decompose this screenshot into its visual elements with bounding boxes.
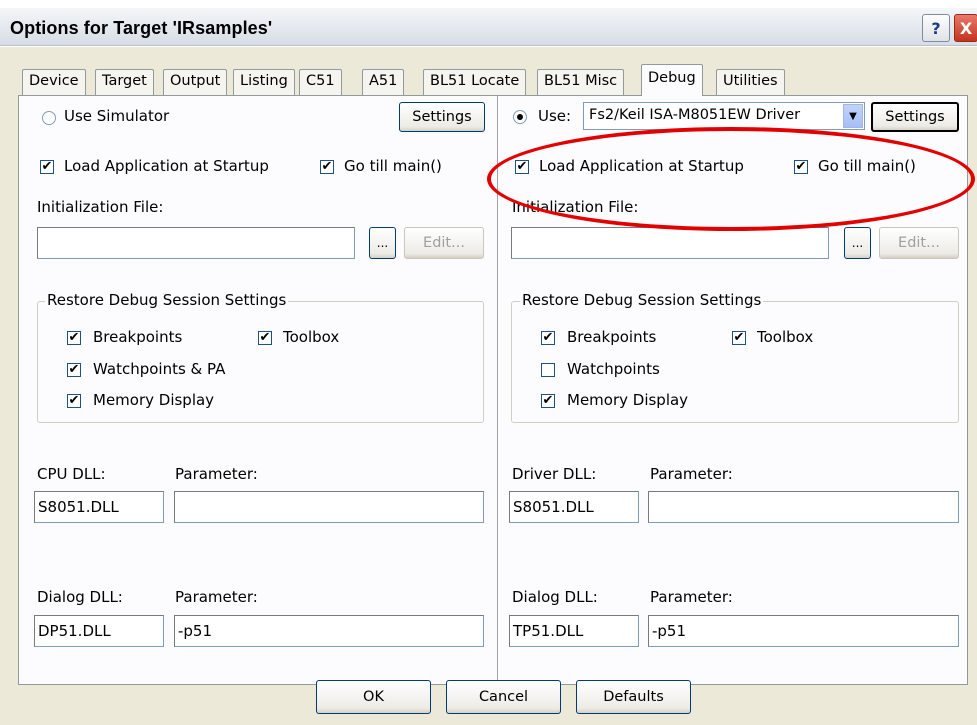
- panel-divider: [497, 96, 499, 684]
- driver-settings-button[interactable]: Settings: [871, 102, 959, 132]
- right-dialog-param-label: Parameter:: [650, 588, 733, 606]
- left-load-app-label: Load Application at Startup: [64, 157, 269, 175]
- tab-target[interactable]: Target: [95, 69, 154, 95]
- check-icon: ✔: [542, 330, 554, 345]
- check-icon: ✔: [259, 330, 271, 345]
- tab-bl51-misc[interactable]: BL51 Misc: [537, 69, 625, 95]
- check-icon: ✔: [68, 362, 80, 377]
- left-watchpoints-checkbox[interactable]: ✔: [67, 363, 81, 377]
- tab-listing[interactable]: Listing: [233, 69, 295, 95]
- driver-select[interactable]: Fs2/Keil ISA-M8051EW Driver ▼: [583, 102, 865, 130]
- right-restore-group-label: Restore Debug Session Settings: [520, 291, 764, 309]
- tab-device[interactable]: Device: [22, 69, 86, 95]
- use-driver-radio[interactable]: [513, 110, 527, 124]
- cpu-param-input[interactable]: [174, 491, 484, 523]
- tab-debug[interactable]: Debug: [641, 64, 703, 96]
- right-toolbox-checkbox[interactable]: ✔: [732, 331, 746, 345]
- left-memory-display-label: Memory Display: [93, 391, 215, 409]
- left-dialog-param-label: Parameter:: [175, 588, 258, 606]
- check-icon: ✔: [68, 393, 80, 408]
- driver-param-label: Parameter:: [650, 465, 733, 483]
- check-icon: ✔: [542, 393, 554, 408]
- check-icon: ✔: [68, 330, 80, 345]
- simulator-settings-button[interactable]: Settings: [399, 102, 485, 132]
- right-init-file-label: Initialization File:: [512, 198, 639, 216]
- right-load-app-checkbox[interactable]: ✔: [515, 160, 529, 174]
- defaults-button[interactable]: Defaults: [576, 680, 691, 714]
- ok-button[interactable]: OK: [316, 680, 431, 714]
- right-init-browse-button[interactable]: ...: [844, 227, 871, 259]
- left-init-edit-button[interactable]: Edit...: [404, 227, 484, 259]
- right-dialog-dll-input[interactable]: TP51.DLL: [509, 615, 639, 647]
- driver-dll-input[interactable]: S8051.DLL: [509, 491, 639, 523]
- check-icon: ✔: [733, 330, 745, 345]
- check-icon: ✔: [795, 159, 807, 174]
- left-load-app-checkbox[interactable]: ✔: [40, 160, 54, 174]
- driver-dll-label: Driver DLL:: [512, 465, 597, 483]
- check-icon: ✔: [516, 159, 528, 174]
- dialog-body: Device Target Output Listing C51 A51 BL5…: [0, 47, 977, 725]
- cpu-dll-label: CPU DLL:: [37, 465, 106, 483]
- right-breakpoints-checkbox[interactable]: ✔: [541, 331, 555, 345]
- window-title: Options for Target 'IRsamples': [10, 18, 273, 38]
- cpu-param-label: Parameter:: [175, 465, 258, 483]
- left-breakpoints-checkbox[interactable]: ✔: [67, 331, 81, 345]
- tab-output[interactable]: Output: [163, 69, 228, 95]
- driver-param-input[interactable]: [648, 491, 959, 523]
- right-dialog-param-input[interactable]: -p51: [648, 615, 959, 647]
- right-go-till-main-label: Go till main(): [818, 157, 916, 175]
- right-load-app-label: Load Application at Startup: [539, 157, 744, 175]
- driver-select-value: Fs2/Keil ISA-M8051EW Driver: [589, 107, 801, 123]
- cancel-button[interactable]: Cancel: [446, 680, 561, 714]
- right-watchpoints-label: Watchpoints: [567, 360, 660, 378]
- cpu-dll-input[interactable]: S8051.DLL: [34, 491, 164, 523]
- left-init-file-label: Initialization File:: [37, 198, 164, 216]
- right-dialog-dll-label: Dialog DLL:: [512, 588, 598, 606]
- left-toolbox-checkbox[interactable]: ✔: [258, 331, 272, 345]
- right-watchpoints-checkbox[interactable]: [541, 363, 555, 377]
- left-watchpoints-label: Watchpoints & PA: [93, 360, 226, 378]
- use-simulator-label: Use Simulator: [64, 107, 170, 125]
- left-init-file-input[interactable]: [37, 227, 355, 259]
- tab-a51[interactable]: A51: [362, 69, 405, 95]
- check-icon: ✔: [41, 159, 53, 174]
- left-init-browse-button[interactable]: ...: [369, 227, 396, 259]
- check-icon: ✔: [321, 159, 333, 174]
- left-go-till-main-label: Go till main(): [344, 157, 442, 175]
- close-button[interactable]: X: [954, 14, 977, 42]
- left-restore-group-label: Restore Debug Session Settings: [45, 291, 289, 309]
- tab-utilities[interactable]: Utilities: [716, 69, 785, 95]
- right-go-till-main-checkbox[interactable]: ✔: [794, 160, 808, 174]
- right-memory-display-label: Memory Display: [567, 391, 689, 409]
- left-dialog-param-input[interactable]: -p51: [174, 615, 484, 647]
- right-memory-display-checkbox[interactable]: ✔: [541, 394, 555, 408]
- help-button[interactable]: ?: [922, 14, 950, 42]
- dropdown-arrow-icon[interactable]: ▼: [843, 104, 863, 128]
- left-toolbox-label: Toolbox: [283, 328, 340, 346]
- right-init-file-input[interactable]: [511, 227, 829, 259]
- right-breakpoints-label: Breakpoints: [567, 328, 657, 346]
- tab-bl51-locate[interactable]: BL51 Locate: [423, 69, 527, 95]
- left-dialog-dll-label: Dialog DLL:: [37, 588, 123, 606]
- tab-c51[interactable]: C51: [299, 69, 342, 95]
- left-go-till-main-checkbox[interactable]: ✔: [320, 160, 334, 174]
- left-breakpoints-label: Breakpoints: [93, 328, 183, 346]
- right-init-edit-button[interactable]: Edit...: [879, 227, 959, 259]
- left-dialog-dll-input[interactable]: DP51.DLL: [34, 615, 164, 647]
- left-memory-display-checkbox[interactable]: ✔: [67, 394, 81, 408]
- use-simulator-radio[interactable]: [42, 111, 56, 125]
- use-driver-label: Use:: [538, 107, 572, 125]
- right-toolbox-label: Toolbox: [757, 328, 814, 346]
